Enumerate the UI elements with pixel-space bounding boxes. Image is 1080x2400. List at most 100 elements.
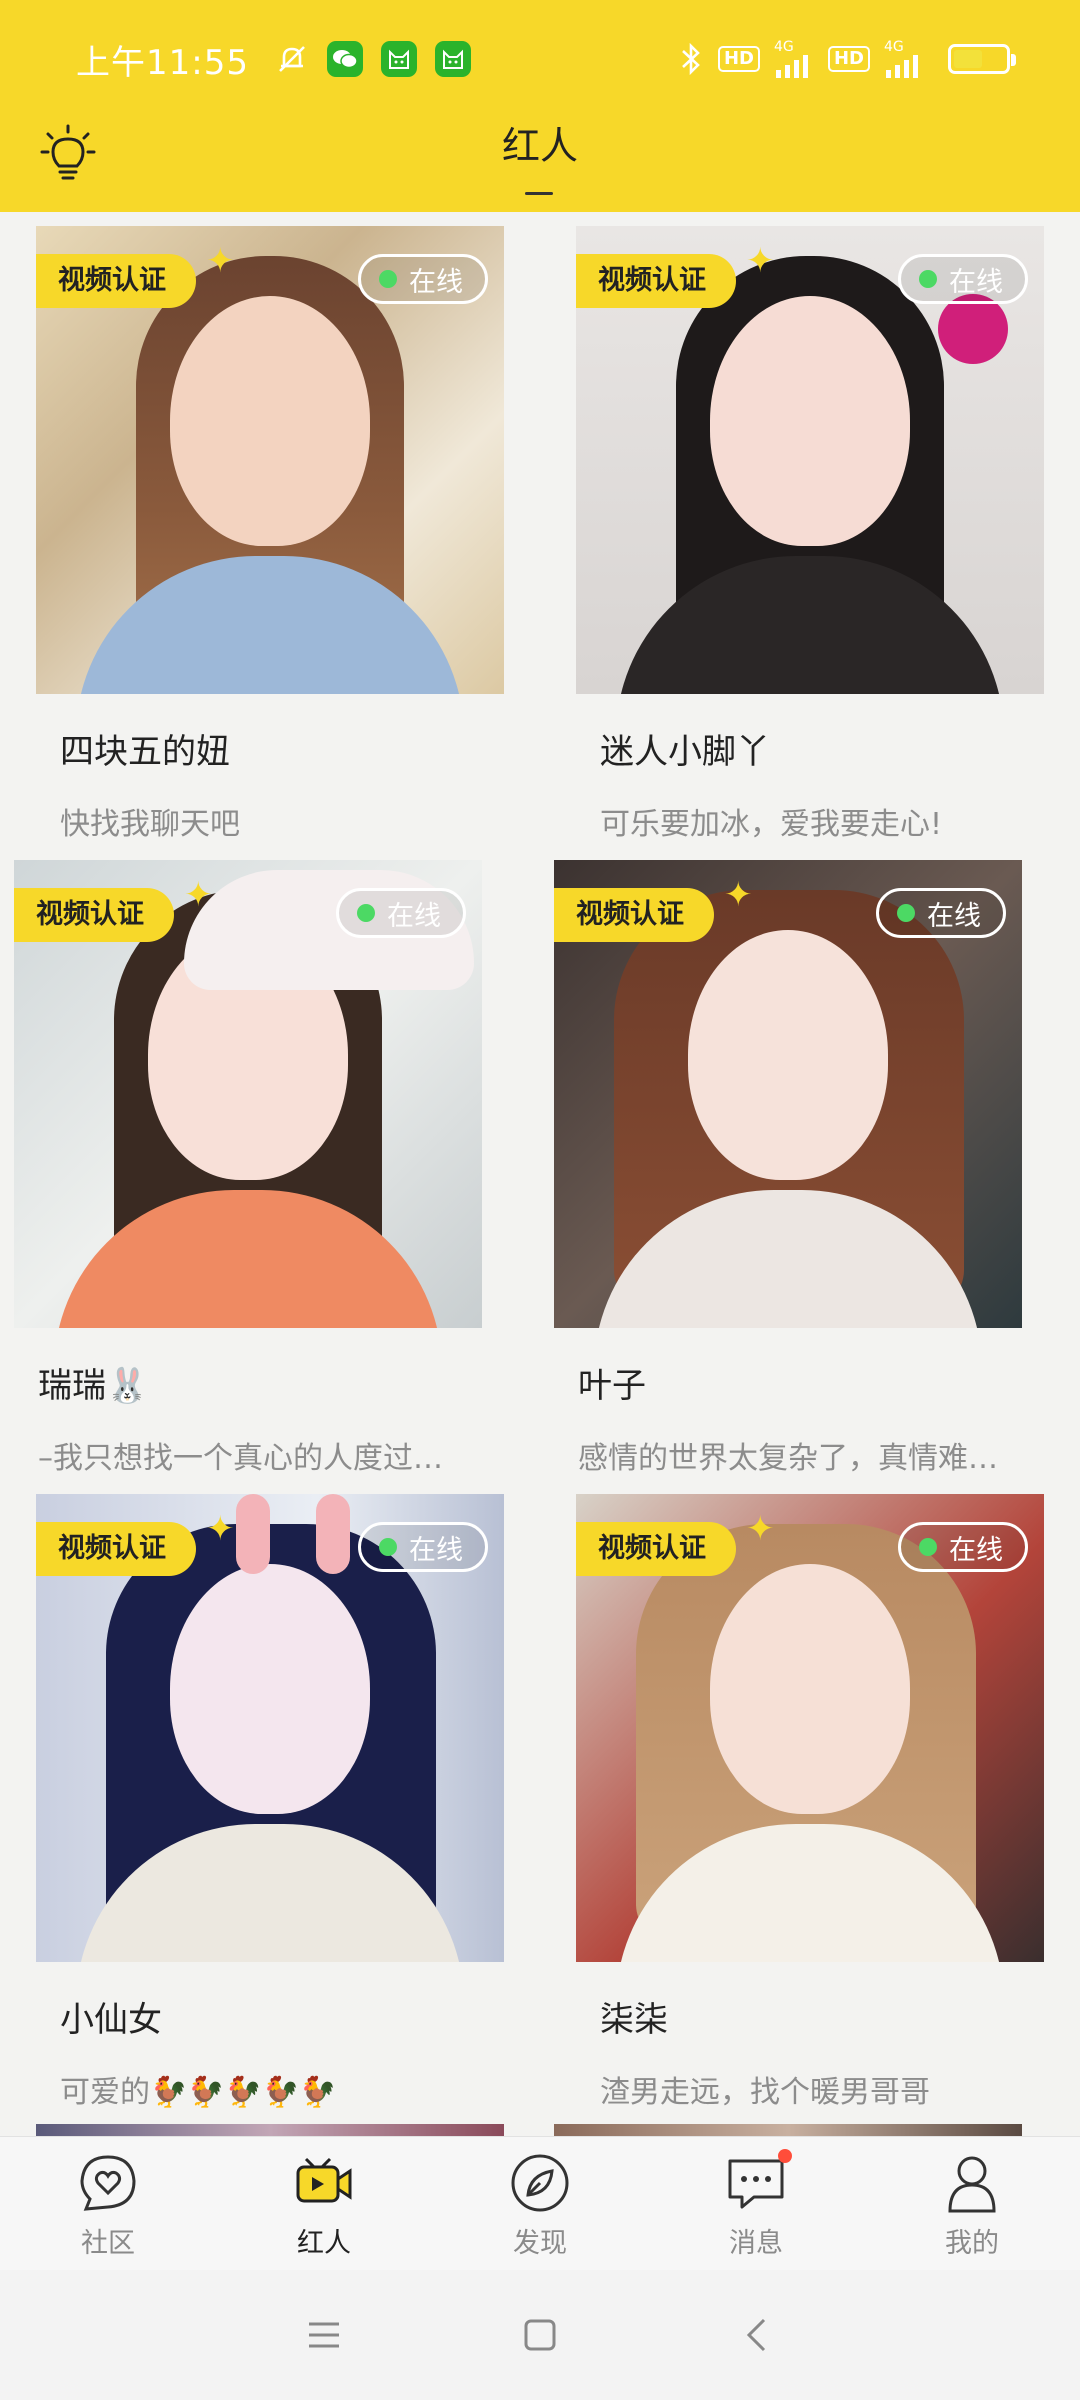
profile-photo[interactable]: 视频认证 ✦ 在线 (576, 1494, 1044, 1962)
sparkle-icon: ✦ (746, 241, 775, 281)
online-status-pill: 在线 (876, 888, 1006, 938)
home-button[interactable] (432, 2295, 648, 2375)
menu-button[interactable] (216, 2295, 432, 2375)
video-verified-badge: 视频认证 (14, 888, 174, 942)
chat-heart-icon (80, 2155, 136, 2211)
profile-name: 瑞瑞🐰 (38, 1366, 149, 1406)
tab-influencers[interactable]: 红人 (216, 2137, 432, 2270)
online-status-label: 在线 (409, 266, 463, 298)
profile-card[interactable]: 视频认证 ✦ 在线 迷人小脚丫 可乐要加冰，爱我要走心! (576, 226, 1044, 843)
profile-photo-partial[interactable] (554, 2124, 1022, 2136)
bunny-ear-decoration (236, 1494, 270, 1574)
profile-card[interactable]: 视频认证 ✦ 在线 小仙女 可爱的🐓🐓🐓🐓🐓 (36, 1494, 504, 2111)
sparkle-icon: ✦ (746, 1509, 775, 1549)
bottom-tab-bar: 社区 红人 发现 消息 我的 (0, 2136, 1080, 2270)
profile-photo[interactable]: 视频认证 ✦ 在线 (554, 860, 1022, 1328)
profile-name: 柒柒 (600, 2000, 668, 2040)
tab-label: 我的 (945, 2228, 999, 2259)
bell-off-icon (275, 42, 309, 76)
hd-indicator: HD (717, 46, 760, 72)
profile-bio: 渣男走远，找个暖男哥哥 (600, 2075, 930, 2110)
profile-bio: 可乐要加冰，爱我要走心! (600, 807, 943, 842)
tab-label: 社区 (81, 2228, 135, 2259)
bluetooth-icon (678, 41, 704, 77)
sparkle-icon: ✦ (184, 875, 213, 915)
hd-indicator: HD (827, 46, 870, 72)
profile-card[interactable]: 视频认证 ✦ 在线 瑞瑞🐰 –我只想找一个真心的人度过… (14, 860, 482, 1477)
tab-community[interactable]: 社区 (0, 2137, 216, 2270)
online-status-pill: 在线 (358, 1522, 488, 1572)
profile-name: 小仙女 (60, 2000, 162, 2040)
signal-icon: 4G (884, 40, 924, 78)
online-dot-icon (379, 1538, 397, 1556)
app-cat-icon (434, 41, 471, 77)
online-dot-icon (919, 270, 937, 288)
online-status-label: 在线 (927, 900, 981, 932)
network-type-label: 4G (884, 39, 904, 55)
online-dot-icon (919, 1538, 937, 1556)
profile-bio: 感情的世界太复杂了，真情难… (578, 1441, 998, 1476)
tab-label: 红人 (297, 2228, 351, 2259)
back-button[interactable] (648, 2295, 864, 2375)
online-dot-icon (379, 270, 397, 288)
unread-badge (778, 2149, 792, 2163)
compass-leaf-icon (511, 2154, 569, 2212)
online-dot-icon (897, 904, 915, 922)
battery-level (954, 50, 982, 68)
profile-photo[interactable]: 视频认证 ✦ 在线 (576, 226, 1044, 694)
signal-icon: 4G (774, 40, 814, 78)
profile-photo[interactable]: 视频认证 ✦ 在线 (14, 860, 482, 1328)
profile-photo[interactable]: 视频认证 ✦ 在线 (36, 226, 504, 694)
sparkle-icon: ✦ (206, 241, 235, 281)
person-icon (948, 2156, 996, 2213)
profile-card[interactable]: 视频认证 ✦ 在线 叶子 感情的世界太复杂了，真情难… (554, 860, 1022, 1477)
online-status-pill: 在线 (358, 254, 488, 304)
video-verified-badge: 视频认证 (576, 1522, 736, 1576)
wechat-icon (326, 41, 363, 77)
profile-bio: 可爱的🐓🐓🐓🐓🐓 (60, 2075, 337, 2110)
network-type-label: 4G (773, 39, 794, 55)
online-status-label: 在线 (949, 266, 1003, 298)
status-bar: 上午11:55 HD 4G HD 4G (0, 0, 1080, 118)
back-icon (746, 2318, 766, 2352)
sparkle-icon: ✦ (206, 1509, 235, 1549)
online-status-pill: 在线 (898, 1522, 1028, 1572)
online-status-label: 在线 (387, 900, 441, 932)
app-cat-icon (380, 41, 417, 77)
title-tab-indicator (525, 192, 553, 195)
bunny-ear-decoration (316, 1494, 350, 1574)
video-verified-badge: 视频认证 (576, 254, 736, 308)
profile-name: 四块五的妞 (60, 732, 230, 772)
tab-me[interactable]: 我的 (864, 2137, 1080, 2270)
status-time: 上午11:55 (76, 42, 249, 83)
profile-card[interactable]: 视频认证 ✦ 在线 柒柒 渣男走远，找个暖男哥哥 (576, 1494, 1044, 2111)
video-verified-badge: 视频认证 (36, 1522, 196, 1576)
online-status-pill: 在线 (336, 888, 466, 938)
profile-photo-partial[interactable] (36, 2124, 504, 2136)
profile-bio: 快找我聊天吧 (60, 807, 240, 842)
status-system-icons: HD 4G HD 4G (678, 40, 1016, 78)
online-status-label: 在线 (409, 1534, 463, 1566)
message-icon (728, 2159, 784, 2209)
flower-decoration (938, 294, 1008, 364)
battery-charging-icon (948, 44, 1016, 74)
profile-name: 迷人小脚丫 (600, 732, 770, 772)
title-bar: 红人 (0, 118, 1080, 212)
online-status-label: 在线 (949, 1534, 1003, 1566)
profile-card[interactable]: 视频认证 ✦ 在线 四块五的妞 快找我聊天吧 (36, 226, 504, 843)
home-icon (524, 2319, 556, 2351)
tab-messages[interactable]: 消息 (648, 2137, 864, 2270)
system-navigation-bar (0, 2270, 1080, 2400)
app-header: 上午11:55 HD 4G HD 4G 红人 (0, 0, 1080, 212)
profile-photo[interactable]: 视频认证 ✦ 在线 (36, 1494, 504, 1962)
video-verified-badge: 视频认证 (36, 254, 196, 308)
online-dot-icon (357, 904, 375, 922)
status-notification-icons (275, 41, 471, 77)
tab-discover[interactable]: 发现 (432, 2137, 648, 2270)
tab-label: 发现 (513, 2228, 567, 2259)
sparkle-icon: ✦ (724, 875, 753, 915)
online-status-pill: 在线 (898, 254, 1028, 304)
video-camera-icon (296, 2157, 352, 2203)
profile-bio: –我只想找一个真心的人度过… (38, 1441, 443, 1476)
video-verified-badge: 视频认证 (554, 888, 714, 942)
